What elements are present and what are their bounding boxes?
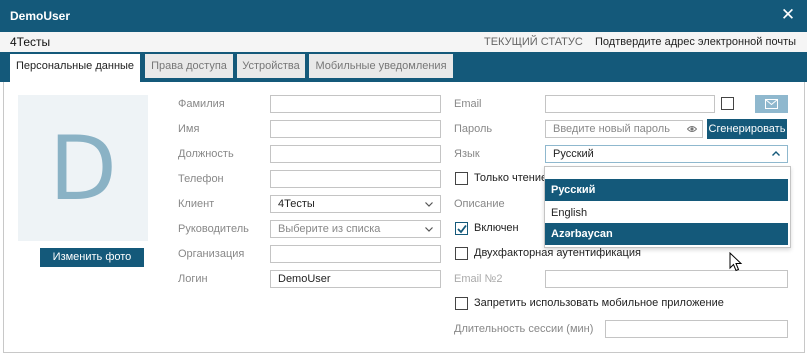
- manager-label: Руководитель: [178, 223, 249, 235]
- client-label: Клиент: [178, 198, 215, 210]
- tab-personal-data[interactable]: Персональные данные: [10, 54, 140, 82]
- session-duration-field[interactable]: [605, 320, 788, 338]
- send-mail-button[interactable]: [755, 95, 788, 113]
- tab-mobile-notifications[interactable]: Мобильные уведомления: [309, 54, 453, 78]
- forbid-mobile-label: Запретить использовать мобильное приложе…: [474, 297, 724, 309]
- status-value: Подтвердите адрес электронной почты: [595, 36, 797, 48]
- eye-icon[interactable]: [687, 125, 697, 133]
- phone-field[interactable]: [270, 170, 441, 188]
- twofactor-checkbox[interactable]: [455, 247, 468, 260]
- mail-icon: [765, 99, 778, 109]
- name-label: Имя: [178, 123, 200, 135]
- close-icon[interactable]: ✕: [780, 6, 796, 24]
- language-select-value: Русский: [553, 148, 594, 160]
- tab-bar: Персональные данные Права доступа Устрой…: [0, 52, 807, 82]
- description-label: Описание: [454, 198, 505, 210]
- client-select[interactable]: 4Тесты: [270, 195, 441, 213]
- manager-select[interactable]: Выберите из списка: [270, 220, 441, 238]
- login-label: Логин: [178, 273, 208, 285]
- login-field-value: DemoUser: [278, 273, 331, 285]
- session-duration-label: Длительность сессии (мин): [454, 323, 594, 335]
- check-icon: [457, 224, 467, 234]
- enabled-checkbox[interactable]: [455, 222, 468, 235]
- chevron-down-icon: [425, 227, 433, 232]
- status-label: ТЕКУЩИЙ СТАТУС: [484, 36, 583, 48]
- enabled-label: Включен: [474, 222, 519, 234]
- language-option-english[interactable]: English: [545, 202, 788, 224]
- language-option-azerbaijani[interactable]: Azərbaycan: [545, 223, 788, 245]
- readonly-label: Только чтение: [474, 172, 548, 184]
- organization-label: Организация: [178, 248, 245, 260]
- name-field[interactable]: [270, 120, 441, 138]
- language-select[interactable]: Русский: [545, 145, 788, 163]
- language-option-russian[interactable]: Русский: [545, 179, 788, 201]
- email-confirm-checkbox[interactable]: [721, 97, 734, 110]
- twofactor-label: Двухфакторная аутентификация: [474, 247, 641, 259]
- login-field[interactable]: DemoUser: [270, 270, 441, 288]
- avatar-letter: D: [49, 117, 117, 220]
- manager-select-placeholder: Выберите из списка: [278, 223, 381, 235]
- tab-access-rights[interactable]: Права доступа: [145, 54, 233, 78]
- chevron-down-icon: [425, 202, 433, 207]
- password-placeholder: Введите новый пароль: [553, 123, 670, 135]
- email2-label: Email №2: [454, 273, 503, 285]
- language-label: Язык: [454, 148, 480, 160]
- password-field[interactable]: Введите новый пароль: [545, 120, 703, 138]
- avatar: D: [18, 95, 148, 241]
- readonly-checkbox[interactable]: [455, 172, 468, 185]
- position-field[interactable]: [270, 145, 441, 163]
- organization-field[interactable]: [270, 245, 441, 263]
- position-label: Должность: [178, 148, 234, 160]
- email-label: Email: [454, 98, 482, 110]
- surname-field[interactable]: [270, 95, 441, 113]
- window-title: DemoUser: [10, 9, 71, 23]
- email-field[interactable]: [545, 95, 715, 113]
- status-bar: 4Тесты ТЕКУЩИЙ СТАТУС Подтвердите адрес …: [0, 32, 807, 53]
- forbid-mobile-checkbox[interactable]: [455, 297, 468, 310]
- generate-password-button[interactable]: Сгенерировать: [707, 119, 787, 139]
- client-name: 4Тесты: [10, 35, 51, 49]
- password-label: Пароль: [454, 123, 493, 135]
- window-titlebar: DemoUser ✕: [0, 0, 807, 32]
- language-dropdown: Русский English Azərbaycan: [544, 166, 791, 248]
- tab-devices[interactable]: Устройства: [237, 54, 305, 78]
- mouse-cursor-icon: [729, 252, 743, 272]
- change-photo-button[interactable]: Изменить фото: [40, 248, 144, 267]
- surname-label: Фамилия: [178, 98, 225, 110]
- email2-field[interactable]: [545, 270, 788, 288]
- client-select-value: 4Тесты: [278, 198, 315, 210]
- phone-label: Телефон: [178, 173, 224, 185]
- chevron-up-icon: [772, 151, 780, 156]
